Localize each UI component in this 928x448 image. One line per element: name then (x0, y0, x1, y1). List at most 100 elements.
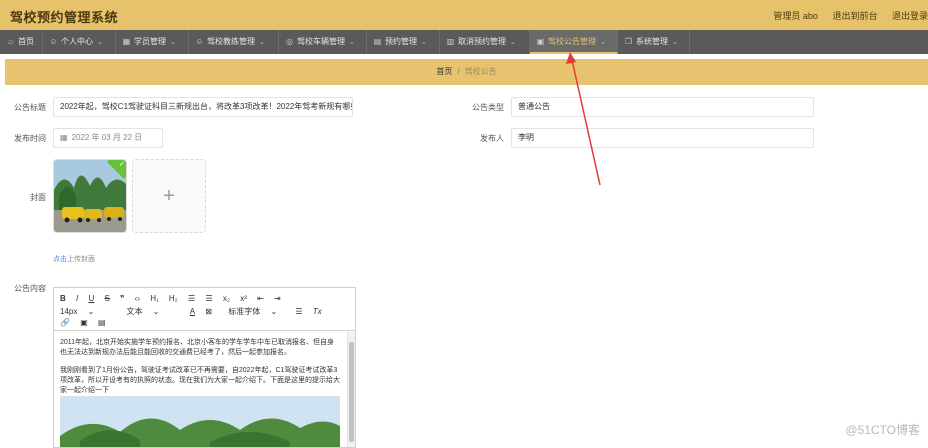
font-family-value: 标准字体 (228, 307, 261, 316)
back-to-frontend-link[interactable]: 退出到前台 (832, 11, 877, 21)
home-icon: ⌂ (8, 37, 13, 46)
content-paragraph: 2011年起，北京开始实施学车预约报名、北京小客车的学车学车中车已取消报名、但自… (60, 339, 335, 356)
text-style-value: 文本 (126, 307, 143, 316)
breadcrumb: 首页 / 驾校公告 (5, 59, 928, 85)
heading1-button[interactable]: H₁ (150, 294, 158, 303)
time-label: 发布时间 (14, 134, 46, 143)
chevron-down-icon: ⌄ (87, 307, 95, 316)
outdent-button[interactable]: ⇤ (257, 294, 264, 303)
booking-icon: ▤ (373, 37, 382, 46)
coach-icon: ☺ (195, 37, 204, 46)
clear-format-button[interactable]: Tx (313, 307, 322, 316)
title-input[interactable]: 2022年起，驾校C1驾驶证科目三新规出台，将改革3项改革！2022年驾考新规有… (53, 97, 353, 117)
publisher-input[interactable]: 李明 (511, 128, 814, 148)
user-icon: ☺ (49, 37, 58, 46)
nav-item-label: 驾校车辆管理 (297, 37, 345, 46)
toolbar-row-format: B I U S ❞ ‹› H₁ H₂ ☰ ☰ x₂ x² ⇤ ⇥ (60, 294, 289, 306)
type-label: 公告类型 (472, 103, 504, 112)
font-size-value: 14px (60, 307, 78, 316)
strikethrough-button[interactable]: S (105, 294, 110, 303)
cancel-icon: ▥ (446, 37, 455, 46)
content-photo (60, 396, 340, 447)
align-button[interactable]: ☰ (295, 307, 302, 316)
chevron-down-icon: ⌄ (672, 39, 678, 46)
chevron-down-icon: ⌄ (510, 39, 516, 46)
superscript-button[interactable]: x² (240, 294, 247, 303)
underline-button[interactable]: U (88, 294, 94, 303)
nav-item-label: 学员管理 (134, 37, 166, 46)
cover-hint-click[interactable]: 点击 (53, 256, 67, 263)
editor-scrollbar[interactable] (347, 332, 355, 447)
code-button[interactable]: ‹› (135, 294, 140, 303)
chevron-down-icon: ⌄ (270, 307, 278, 316)
logout-link[interactable]: 退出登录 (892, 11, 928, 21)
toolbar-row-insert: 🔗 ▣ ▤ (60, 318, 114, 330)
content-label: 公告内容 (14, 284, 46, 293)
chevron-down-icon: ⌄ (259, 39, 265, 46)
nav-item-label: 驾校公告管理 (548, 37, 596, 46)
toolbar-row-style: 14px ⌄ 文本 ⌄ A ⊠ 标准字体 ⌄ ☰ Tx (60, 306, 330, 318)
top-header: 驾校预约管理系统 管理员 abo 退出到前台 退出登录 (0, 0, 928, 30)
chevron-down-icon: ⌄ (152, 307, 160, 316)
font-color-button[interactable]: A (190, 307, 195, 316)
indent-button[interactable]: ⇥ (274, 294, 281, 303)
scrollbar-thumb[interactable] (349, 342, 354, 442)
editor-toolbar: B I U S ❞ ‹› H₁ H₂ ☰ ☰ x₂ x² ⇤ ⇥ 14px ⌄ … (54, 288, 355, 331)
car-icon: ◎ (286, 37, 293, 46)
chevron-down-icon: ⌄ (170, 39, 176, 46)
publish-time-picker[interactable]: ▦ 2022 年 03 月 22 日 (53, 128, 163, 148)
chevron-down-icon: ⌄ (421, 39, 427, 46)
heading2-button[interactable]: H₂ (169, 294, 178, 303)
breadcrumb-current: 驾校公告 (464, 67, 497, 76)
watermark: @51CTO博客 (845, 423, 920, 437)
settings-icon: ❐ (624, 37, 633, 46)
font-family-select[interactable]: 标准字体 ⌄ (228, 306, 285, 317)
notice-icon: ▣ (536, 37, 545, 46)
bullet-list-button[interactable]: ☰ (205, 294, 212, 303)
nav-item-cancel-bookings[interactable]: ▥ 取消预约管理 ⌄ (440, 30, 530, 54)
font-size-select[interactable]: 14px ⌄ (60, 307, 102, 316)
publish-time-value: 2022 年 03 月 22 日 (71, 133, 143, 142)
student-icon: ▦ (122, 37, 131, 46)
nav-item-system[interactable]: ❐ 系统管理 ⌄ (618, 30, 690, 54)
background-color-button[interactable]: ⊠ (205, 307, 212, 316)
blockquote-button[interactable]: ❞ (120, 294, 124, 303)
nav-item-label: 取消预约管理 (458, 37, 506, 46)
nav-item-students[interactable]: ▦ 学员管理 ⌄ (116, 30, 189, 54)
app-title: 驾校预约管理系统 (10, 10, 119, 25)
ordered-list-button[interactable]: ☰ (188, 294, 195, 303)
admin-user-link[interactable]: 管理员 abo (773, 11, 818, 21)
breadcrumb-home[interactable]: 首页 (436, 67, 452, 76)
plus-icon: + (163, 185, 175, 207)
content-image (60, 396, 340, 447)
video-icon[interactable]: ▤ (98, 318, 106, 327)
cover-hint-text: 上传封面 (67, 256, 95, 263)
nav-item-home[interactable]: ⌂ 首页 (0, 30, 43, 54)
nav-item-label: 个人中心 (61, 37, 93, 46)
annotation-arrow (566, 52, 601, 186)
text-style-select[interactable]: 文本 ⌄ (127, 306, 168, 317)
add-cover-button[interactable]: + (132, 159, 206, 233)
nav-item-label: 首页 (18, 37, 34, 46)
rich-text-editor[interactable]: B I U S ❞ ‹› H₁ H₂ ☰ ☰ x₂ x² ⇤ ⇥ 14px ⌄ … (53, 287, 356, 448)
subscript-button[interactable]: x₂ (223, 294, 230, 303)
main-navbar: ⌂ 首页 ☺ 个人中心 ⌄ ▦ 学员管理 ⌄ ☺ 驾校教练管理 ⌄ ◎ 驾校车辆管理 ⌄ ▤ 预约管… (0, 30, 928, 54)
nav-item-coaches[interactable]: ☺ 驾校教练管理 ⌄ (189, 30, 279, 54)
bold-button[interactable]: B (60, 294, 66, 303)
nav-item-profile[interactable]: ☺ 个人中心 ⌄ (43, 30, 116, 54)
nav-item-bookings[interactable]: ▤ 预约管理 ⌄ (367, 30, 440, 54)
link-icon[interactable]: 🔗 (60, 318, 70, 327)
nav-item-label: 驾校教练管理 (207, 37, 255, 46)
top-links: 管理员 abo 退出到前台 退出登录 (761, 9, 928, 22)
image-icon[interactable]: ▣ (80, 318, 88, 327)
title-label: 公告标题 (14, 103, 46, 112)
cover-image[interactable]: ✓ (53, 159, 127, 233)
type-input[interactable]: 普通公告 (511, 97, 814, 117)
nav-item-vehicles[interactable]: ◎ 驾校车辆管理 ⌄ (279, 30, 367, 54)
content-paragraph: 我刚刚看到了1月份公告，驾驶证考试改革已不再需要，自2022年起，C1驾驶证考试… (60, 367, 340, 394)
cover-label: 封面 (30, 193, 46, 202)
check-icon: ✓ (119, 161, 125, 168)
nav-item-label: 预约管理 (385, 37, 417, 46)
calendar-icon: ▦ (60, 133, 68, 142)
italic-button[interactable]: I (76, 294, 78, 303)
